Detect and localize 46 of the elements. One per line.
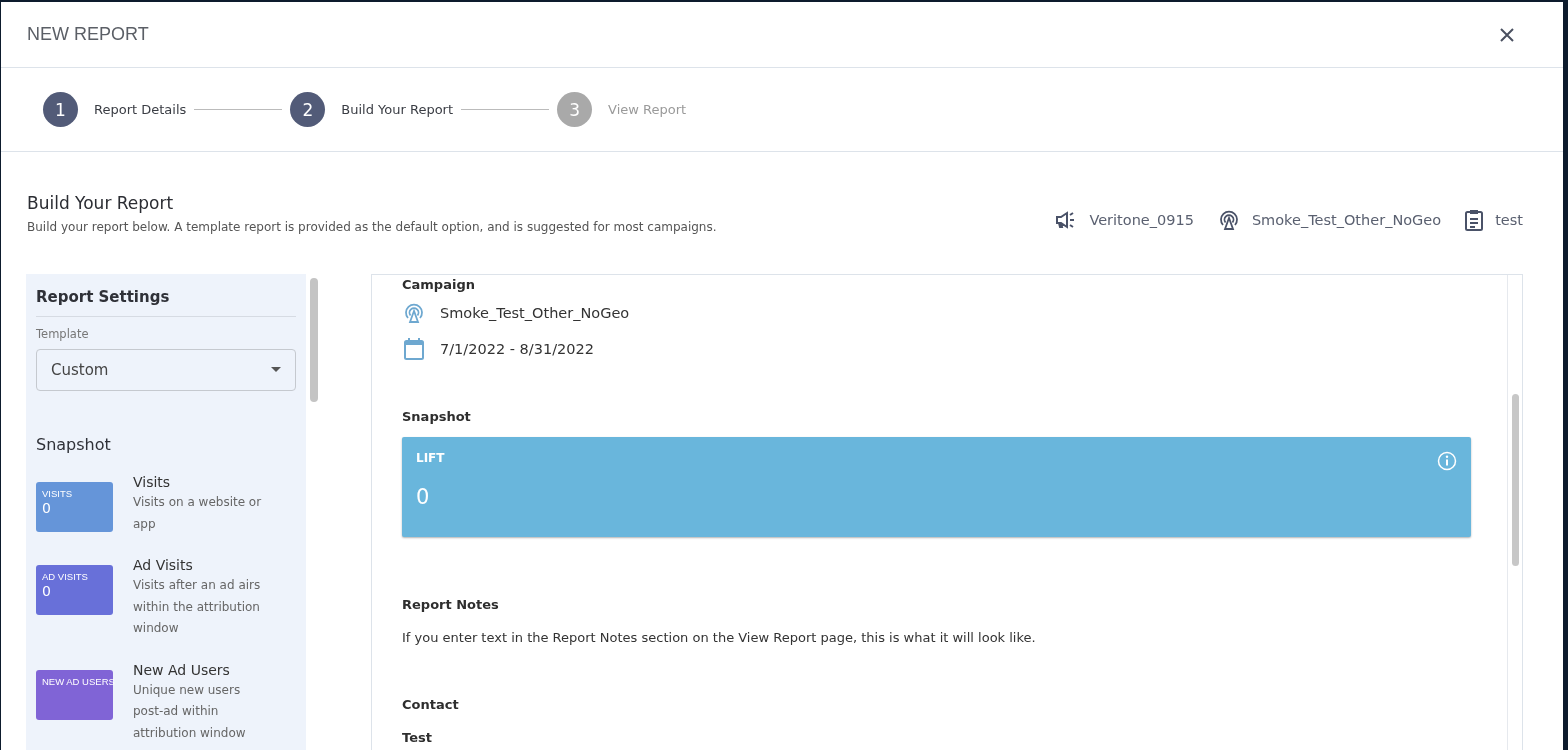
metric-description: Visits after an ad airs within the attribution window <box>133 577 262 637</box>
page-title: Build Your Report <box>27 193 175 213</box>
step-number: 2 <box>290 92 326 127</box>
broadcast-tower-icon <box>403 302 425 324</box>
tile-label: AD VISITS <box>42 570 88 583</box>
broadcast-tower-icon <box>1217 208 1240 231</box>
info-icon[interactable] <box>1437 451 1457 471</box>
tile-value: 0 <box>42 500 52 516</box>
section-heading: Report Notes <box>402 597 500 612</box>
metric-name: Visits <box>133 474 172 490</box>
step-label: Report Details <box>94 102 187 117</box>
tile-label: VISITS <box>42 487 73 500</box>
step-label: Build Your Report <box>341 102 454 117</box>
contact-name: Test <box>402 730 433 745</box>
panel-title: Report Settings <box>36 288 296 317</box>
campaign-name: Smoke_Test_Other_NoGeo <box>440 305 630 321</box>
caret-icon <box>271 367 281 373</box>
section-heading: Contact <box>402 697 460 712</box>
section-heading: Campaign <box>402 277 476 292</box>
section-title: Snapshot <box>36 435 112 454</box>
metric-name: New Ad Users <box>133 661 231 678</box>
card-label: LIFT <box>416 451 445 465</box>
field-label: Template <box>36 327 90 341</box>
metric-description: Unique new users post-ad within attribution window <box>133 681 247 742</box>
card-value: 0 <box>416 485 431 509</box>
advertiser-name: Veritone_0915 <box>1089 211 1194 228</box>
template-dropdown[interactable]: Custom <box>36 349 296 391</box>
tile-value: 0 <box>42 583 52 599</box>
notes-text: If you enter text in the Report Notes section on the View Report page, this is what it will look like. <box>402 630 1037 645</box>
step-number: 1 <box>43 92 78 127</box>
metric-tile[interactable]: VISITS 0 <box>36 482 113 532</box>
date-range: 7/1/2022 - 8/31/2022 <box>440 341 594 357</box>
page-subtitle: Build your report below. A template report is provided as the default option, and is suggested for most campaigns. <box>27 220 717 234</box>
step-number: 3 <box>557 92 593 127</box>
report-name: test <box>1495 211 1523 228</box>
dialog-title: NEW REPORT <box>27 24 149 45</box>
scrollbar-thumb[interactable] <box>310 278 318 402</box>
metric-tile[interactable]: AD VISITS 0 <box>36 565 113 615</box>
metric-description: Visits on a website or app <box>133 494 263 533</box>
calendar-icon <box>403 337 425 361</box>
section-heading: Snapshot <box>402 409 472 424</box>
campaign-name: Smoke_Test_Other_NoGeo <box>1251 211 1442 228</box>
step-label: View Report <box>608 102 687 117</box>
metric-name: Ad Visits <box>133 557 194 573</box>
clipboard-icon <box>1465 208 1484 231</box>
scrollbar-thumb[interactable] <box>1511 394 1519 566</box>
